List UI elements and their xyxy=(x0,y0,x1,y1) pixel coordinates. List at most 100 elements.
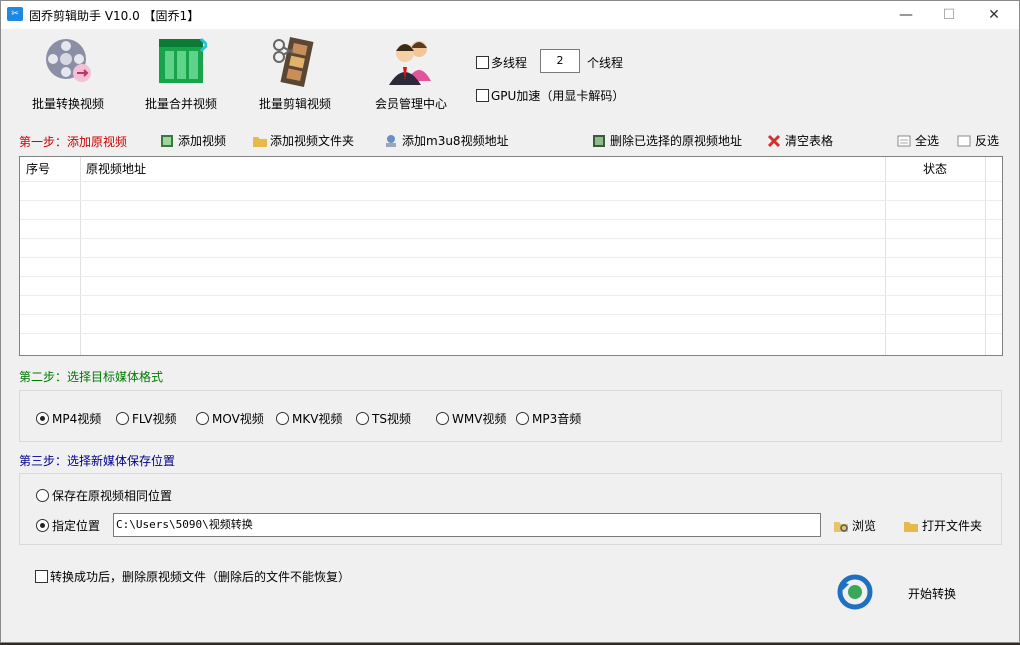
same-location-radio[interactable] xyxy=(36,489,49,502)
thread-suffix-label: 个线程 xyxy=(587,56,624,70)
format-label-mp3: MP3音频 xyxy=(532,412,582,426)
row-divider xyxy=(20,238,1002,239)
invert-selection-icon xyxy=(957,134,971,148)
save-path-input[interactable]: C:\Users\5090\视频转换 xyxy=(113,513,821,537)
folder-icon xyxy=(252,134,267,148)
maximize-button[interactable]: ☐ xyxy=(926,1,972,29)
same-location-label: 保存在原视频相同位置 xyxy=(52,489,173,503)
delete-source-label: 转换成功后，删除原视频文件（删除后的文件不能恢复） xyxy=(50,570,351,584)
video-table[interactable]: 序号 原视频地址 状态 xyxy=(19,156,1003,356)
gpu-checkbox-box[interactable] xyxy=(476,89,489,102)
gpu-label: GPU加速（用显卡解码） xyxy=(491,89,625,103)
open-folder-label: 打开文件夹 xyxy=(922,519,983,533)
custom-location-label: 指定位置 xyxy=(52,519,101,533)
members-icon xyxy=(385,35,437,87)
close-button[interactable]: ✕ xyxy=(971,1,1017,29)
format-option-mov[interactable]: MOV视频 xyxy=(196,410,264,427)
add-m3u8-button[interactable]: 添加m3u8视频地址 xyxy=(384,132,509,149)
thread-count-input[interactable]: 2 xyxy=(540,49,580,73)
same-location-option[interactable]: 保存在原视频相同位置 xyxy=(36,487,172,504)
row-divider xyxy=(20,200,1002,201)
title-bar: ✂ 固乔剪辑助手 V10.0 【固乔1】 — ☐ ✕ xyxy=(1,1,1019,29)
row-divider xyxy=(20,314,1002,315)
browse-label: 浏览 xyxy=(852,519,877,533)
format-option-ts[interactable]: TS视频 xyxy=(356,410,411,427)
format-option-mp4[interactable]: MP4视频 xyxy=(36,410,101,427)
format-label-flv: FLV视频 xyxy=(132,412,177,426)
red-x-icon xyxy=(767,134,781,148)
format-option-mkv[interactable]: MKV视频 xyxy=(276,410,342,427)
batch-edit-button[interactable]: 批量剪辑视频 xyxy=(240,35,350,112)
delete-video-icon xyxy=(592,134,606,148)
add-video-icon xyxy=(160,134,174,148)
select-all-label: 全选 xyxy=(915,134,940,148)
row-divider xyxy=(20,219,1002,220)
format-radio-flv[interactable] xyxy=(116,412,129,425)
select-all-button[interactable]: 全选 xyxy=(897,132,939,149)
green-merge-grid-icon xyxy=(155,35,210,87)
delete-source-checkbox-box[interactable] xyxy=(35,570,48,583)
add-video-label: 添加视频 xyxy=(178,134,227,148)
batch-edit-label: 批量剪辑视频 xyxy=(258,97,331,111)
column-divider xyxy=(80,157,81,355)
row-divider xyxy=(20,257,1002,258)
step1-label: 第一步：添加原视频 xyxy=(19,135,128,149)
start-convert-button[interactable]: 开始转换 xyxy=(908,585,956,602)
open-folder-icon xyxy=(903,519,918,533)
format-radio-wmv[interactable] xyxy=(436,412,449,425)
custom-location-radio[interactable] xyxy=(36,519,49,532)
format-radio-mkv[interactable] xyxy=(276,412,289,425)
add-folder-label: 添加视频文件夹 xyxy=(270,134,355,148)
browse-button[interactable]: 浏览 xyxy=(833,517,876,534)
format-radio-ts[interactable] xyxy=(356,412,369,425)
film-strip-scissors-icon xyxy=(269,35,321,87)
format-option-wmv[interactable]: WMV视频 xyxy=(436,410,506,427)
format-radio-mp4[interactable] xyxy=(36,412,49,425)
row-divider xyxy=(20,333,1002,334)
clear-table-button[interactable]: 清空表格 xyxy=(767,132,833,149)
format-label-ts: TS视频 xyxy=(372,412,411,426)
m3u8-link-icon xyxy=(384,134,398,148)
app-window: ✂ 固乔剪辑助手 V10.0 【固乔1】 — ☐ ✕ 批量转换视频 批量合并视频… xyxy=(0,0,1020,643)
column-divider xyxy=(885,157,886,355)
add-m3u8-label: 添加m3u8视频地址 xyxy=(402,134,509,148)
row-divider xyxy=(20,181,1002,182)
app-logo-icon: ✂ xyxy=(7,7,23,21)
column-divider xyxy=(985,157,986,355)
format-label-mov: MOV视频 xyxy=(212,412,264,426)
format-option-mp3[interactable]: MP3音频 xyxy=(516,410,581,427)
film-reel-convert-icon xyxy=(42,35,94,87)
add-video-button[interactable]: 添加视频 xyxy=(160,132,226,149)
delete-source-checkbox[interactable]: 转换成功后，删除原视频文件（删除后的文件不能恢复） xyxy=(35,568,350,585)
batch-convert-button[interactable]: 批量转换视频 xyxy=(13,35,123,112)
open-folder-button[interactable]: 打开文件夹 xyxy=(903,517,982,534)
format-option-flv[interactable]: FLV视频 xyxy=(116,410,176,427)
member-center-button[interactable]: 会员管理中心 xyxy=(356,35,466,112)
format-label-mp4: MP4视频 xyxy=(52,412,102,426)
window-title: 固乔剪辑助手 V10.0 【固乔1】 xyxy=(29,9,200,23)
format-radio-mp3[interactable] xyxy=(516,412,529,425)
multithread-checkbox[interactable]: 多线程 xyxy=(476,54,527,71)
select-all-icon xyxy=(897,134,911,148)
batch-merge-button[interactable]: 批量合并视频 xyxy=(126,35,236,112)
delete-selected-button[interactable]: 删除已选择的原视频地址 xyxy=(592,132,742,149)
delete-selected-label: 删除已选择的原视频地址 xyxy=(610,134,743,148)
multithread-checkbox-box[interactable] xyxy=(476,56,489,69)
format-label-mkv: MKV视频 xyxy=(292,412,343,426)
format-radio-mov[interactable] xyxy=(196,412,209,425)
multithread-label: 多线程 xyxy=(491,56,528,70)
custom-location-option[interactable]: 指定位置 xyxy=(36,517,100,534)
row-divider xyxy=(20,295,1002,296)
gpu-checkbox[interactable]: GPU加速（用显卡解码） xyxy=(476,87,624,104)
step3-label: 第三步：选择新媒体保存位置 xyxy=(19,454,176,468)
member-center-label: 会员管理中心 xyxy=(374,97,447,111)
invert-selection-button[interactable]: 反选 xyxy=(957,132,999,149)
format-label-wmv: WMV视频 xyxy=(452,412,507,426)
invert-selection-label: 反选 xyxy=(975,134,1000,148)
clear-table-label: 清空表格 xyxy=(785,134,834,148)
start-convert-icon[interactable] xyxy=(837,574,873,610)
add-folder-button[interactable]: 添加视频文件夹 xyxy=(252,132,354,149)
minimize-button[interactable]: — xyxy=(883,1,929,29)
step2-label: 第二步：选择目标媒体格式 xyxy=(19,370,164,384)
browse-folder-icon xyxy=(833,519,848,533)
